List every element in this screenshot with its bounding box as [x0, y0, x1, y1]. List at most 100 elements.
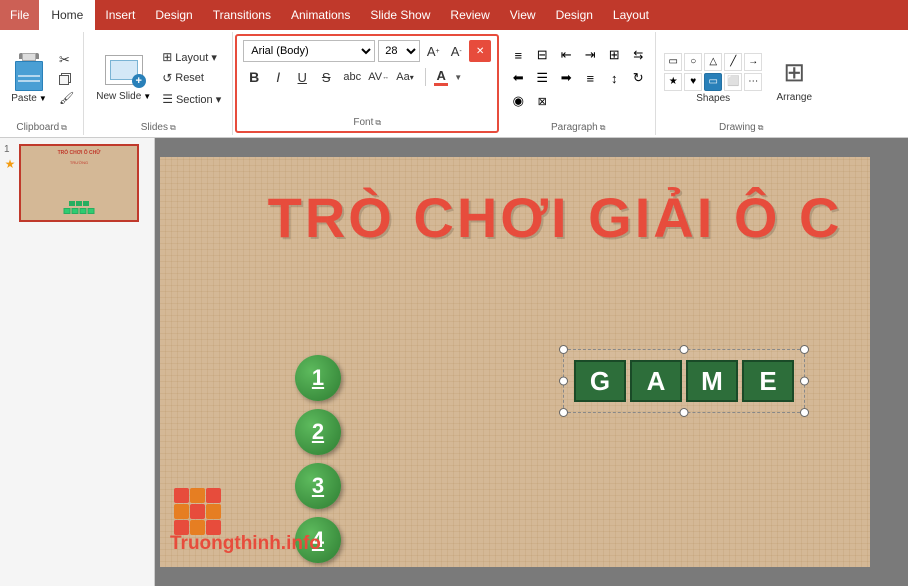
convert-smartart-button[interactable]: ◉ [507, 91, 529, 111]
reset-icon: ↺ [162, 71, 172, 85]
shape-more[interactable]: ⋯ [744, 73, 762, 91]
menu-design2[interactable]: Design [546, 0, 603, 30]
game-letter-E: E [742, 360, 794, 402]
shape-oval[interactable]: ○ [684, 53, 702, 71]
font-case-button[interactable]: Aa▾ [395, 66, 421, 88]
paragraph-group: ≡ ⊟ ⇤ ⇥ ⊞ ⇆ ⬅ ☰ ➡ ≡ ↕ ↻ ◉ ⊠ Par [501, 32, 656, 135]
clear-format-button[interactable]: ✕ [469, 40, 491, 62]
text-align-vert-button[interactable]: ⊠ [531, 91, 553, 111]
bold-button[interactable]: B [243, 66, 265, 88]
selection-handle-tr [800, 345, 809, 354]
num-circle-2[interactable]: 2 [295, 409, 341, 455]
slide-panel-star: ★ [5, 157, 16, 171]
selection-handle-tc [680, 345, 689, 354]
shape-line[interactable]: ╱ [724, 53, 742, 71]
paragraph-expand-icon[interactable]: ⧉ [600, 123, 606, 133]
columns-button[interactable]: ⊞ [603, 45, 625, 65]
drawing-expand-icon[interactable]: ⧉ [758, 123, 764, 133]
align-center-button[interactable]: ☰ [531, 68, 553, 88]
rtl-button[interactable]: ⇆ [627, 45, 649, 65]
line-spacing-button[interactable]: ↕ [603, 68, 625, 88]
paste-button[interactable]: Paste ▼ [6, 50, 52, 107]
menu-file[interactable]: File [0, 0, 39, 30]
drawing-group-label: Drawing ⧉ [664, 122, 818, 135]
selection-handle-tl [559, 345, 568, 354]
selection-handle-mr [800, 377, 809, 386]
arrange-button[interactable]: ⊞ Arrange [770, 51, 818, 106]
game-letter-A: A [630, 360, 682, 402]
decrease-indent-button[interactable]: ⇤ [555, 45, 577, 65]
clipboard-expand-icon[interactable]: ⧉ [61, 123, 67, 133]
selection-handle-ml [559, 377, 568, 386]
shape-heart[interactable]: ♥ [684, 73, 702, 91]
reset-button[interactable]: ↺ Reset [159, 69, 224, 87]
menu-transitions[interactable]: Transitions [203, 0, 281, 30]
copy-button[interactable] [56, 72, 77, 87]
strikethrough-button[interactable]: S [315, 66, 337, 88]
new-slide-button[interactable]: + New Slide ▼ [92, 53, 155, 104]
slides-expand-icon[interactable]: ⧉ [170, 123, 176, 133]
drawing-group: ▭ ○ △ ╱ → ★ ♥ ▭ ⬜ ⋯ Shapes ⊞ Arrange [656, 32, 826, 135]
cut-button[interactable]: ✂ [56, 51, 77, 69]
num-circle-3[interactable]: 3 [295, 463, 341, 509]
arrange-icon: ⊞ [775, 54, 813, 92]
menu-review[interactable]: Review [440, 0, 499, 30]
menu-slideshow[interactable]: Slide Show [360, 0, 440, 30]
slide-title: TRÒ CHƠI GIẢI Ô C [160, 185, 870, 250]
menu-animations[interactable]: Animations [281, 0, 360, 30]
menu-view[interactable]: View [500, 0, 546, 30]
paragraph-group-label: Paragraph ⧉ [507, 122, 649, 135]
increase-indent-button[interactable]: ⇥ [579, 45, 601, 65]
font-shrink-button[interactable]: A- [446, 41, 466, 61]
font-size-select[interactable]: 28 [378, 40, 420, 62]
italic-button[interactable]: I [267, 66, 289, 88]
shape-selected[interactable]: ▭ [704, 73, 722, 91]
bullets-button[interactable]: ≡ [507, 45, 529, 65]
shape-tri[interactable]: △ [704, 53, 722, 71]
align-right-button[interactable]: ➡ [555, 68, 577, 88]
paste-dropdown-icon: ▼ [39, 94, 47, 103]
slide-thumb-container-1[interactable]: 1 ★ TRÒ CHƠI Ô CHỮ TRƯỜNG [4, 144, 150, 222]
scissors-icon: ✂ [59, 52, 70, 68]
clipboard-group-label: Clipboard ⧉ [6, 122, 77, 135]
menu-insert[interactable]: Insert [95, 0, 145, 30]
shadow-button[interactable]: abc [339, 66, 365, 88]
menu-design[interactable]: Design [145, 0, 202, 30]
layout-button[interactable]: ⊞ Layout ▾ [159, 48, 224, 66]
font-row-2: B I U S abc AV↔ Aa▾ A ▼ [243, 66, 491, 88]
shape-rect[interactable]: ▭ [664, 53, 682, 71]
clipboard-group: Paste ▼ ✂ 🖌 Cl [0, 32, 84, 135]
main-area: TRÒ CHƠI GIẢI Ô C 1 2 3 4 [155, 138, 908, 586]
section-button[interactable]: ☰ Section ▾ [159, 90, 224, 108]
paste-icon [11, 53, 47, 91]
align-left-button[interactable]: ⬅ [507, 68, 529, 88]
menu-home[interactable]: Home [39, 0, 95, 30]
new-slide-label: New Slide [96, 91, 141, 102]
shape-arrow[interactable]: → [744, 53, 762, 71]
font-family-select[interactable]: Arial (Body) [243, 40, 375, 62]
justify-button[interactable]: ≡ [579, 68, 601, 88]
game-letters-container[interactable]: G A M E [563, 349, 805, 413]
numbering-button[interactable]: ⊟ [531, 45, 553, 65]
slide-thumbnail[interactable]: TRÒ CHƠI Ô CHỮ TRƯỜNG [19, 144, 139, 222]
font-expand-icon[interactable]: ⧉ [375, 118, 381, 128]
char-spacing-button[interactable]: AV↔ [367, 66, 393, 88]
format-painter-icon: 🖌 [59, 91, 74, 105]
number-circles: 1 2 3 4 [295, 355, 341, 563]
font-grow-button[interactable]: A+ [423, 41, 443, 61]
shapes-area: ▭ ○ △ ╱ → ★ ♥ ▭ ⬜ ⋯ Shapes [664, 53, 762, 104]
selection-handle-bc [680, 408, 689, 417]
shape-callout[interactable]: ⬜ [724, 73, 742, 91]
font-color-button[interactable]: A [430, 66, 452, 88]
underline-button[interactable]: U [291, 66, 313, 88]
shapes-button[interactable]: Shapes [696, 93, 730, 104]
shape-star[interactable]: ★ [664, 73, 682, 91]
text-direction-button[interactable]: ↻ [627, 68, 649, 88]
num-circle-1[interactable]: 1 [295, 355, 341, 401]
slide-view[interactable]: TRÒ CHƠI GIẢI Ô C 1 2 3 4 [160, 157, 870, 567]
layout-icon: ⊞ [162, 50, 172, 64]
slide-panel: 1 ★ TRÒ CHƠI Ô CHỮ TRƯỜNG [0, 138, 155, 586]
menu-layout[interactable]: Layout [603, 0, 659, 30]
font-color-dropdown-icon[interactable]: ▼ [454, 73, 462, 82]
format-painter-button[interactable]: 🖌 [56, 90, 77, 106]
